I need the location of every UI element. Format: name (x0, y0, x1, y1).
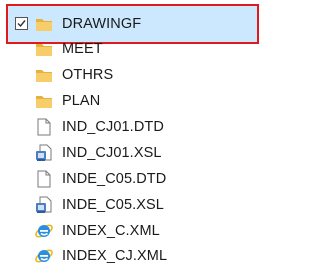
list-item-ind-cj01-xsl[interactable]: IND_CJ01.XSL (0, 140, 265, 166)
list-item-inde-c05-dtd[interactable]: INDE_C05.DTD (0, 166, 265, 192)
file-icon (37, 170, 51, 188)
ie-file-icon (35, 224, 53, 238)
list-item-index-c-xml[interactable]: INDEX_C.XML (0, 218, 265, 244)
item-label: INDE_C05.XSL (62, 197, 164, 213)
item-label: INDE_C05.DTD (62, 171, 167, 187)
list-item-ind-cj01-dtd[interactable]: IND_CJ01.DTD (0, 114, 265, 140)
xsl-file-icon (36, 196, 52, 213)
item-label: DRAWINGF (62, 16, 142, 32)
folder-icon (36, 44, 52, 56)
item-checkbox[interactable] (15, 17, 28, 30)
list-item-index-cj-xml[interactable]: INDEX_CJ.XML (0, 243, 265, 269)
ie-file-icon (35, 249, 53, 263)
item-label: IND_CJ01.DTD (62, 119, 164, 135)
list-item-plan[interactable]: PLAN (0, 88, 265, 114)
item-label: OTHRS (62, 67, 114, 83)
item-label: PLAN (62, 93, 101, 109)
list-item-othrs[interactable]: OTHRS (0, 62, 265, 88)
folder-icon (36, 19, 52, 31)
file-list: DRAWINGF MEET OTHRS PLAN IND_CJ01.DTD IN… (0, 0, 265, 266)
item-label: INDEX_C.XML (62, 223, 160, 239)
list-item-drawingf[interactable]: DRAWINGF (0, 11, 265, 37)
folder-icon (36, 96, 52, 108)
item-label: IND_CJ01.XSL (62, 145, 162, 161)
xsl-file-icon (36, 144, 52, 161)
item-label: INDEX_CJ.XML (62, 248, 168, 264)
list-item-meet[interactable]: MEET (0, 36, 265, 62)
file-icon (37, 118, 51, 136)
folder-icon (36, 70, 52, 82)
list-item-inde-c05-xsl[interactable]: INDE_C05.XSL (0, 192, 265, 218)
item-label: MEET (62, 41, 103, 57)
